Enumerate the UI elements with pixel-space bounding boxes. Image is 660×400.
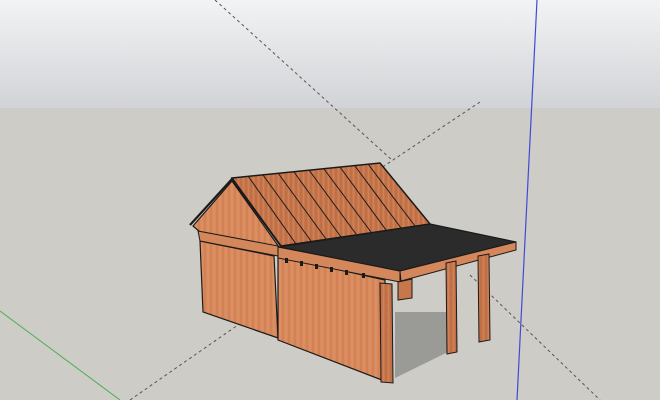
corner-post <box>379 282 394 384</box>
roof-bracket <box>397 278 413 301</box>
carport-post-front <box>445 260 458 355</box>
carport-post-back <box>477 253 491 343</box>
scene-canvas[interactable] <box>0 0 660 400</box>
3d-viewport[interactable] <box>0 0 660 400</box>
sky <box>0 0 660 108</box>
